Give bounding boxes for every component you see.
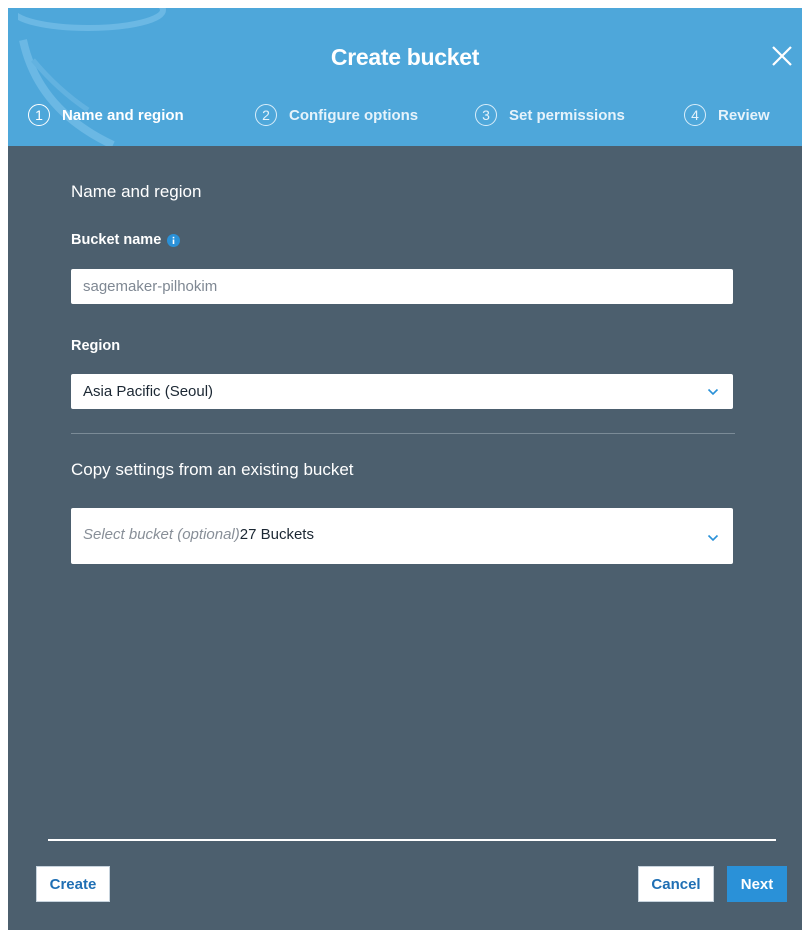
region-select[interactable]: Asia Pacific (Seoul) (71, 374, 733, 409)
step-number: 1 (28, 104, 50, 126)
step-label: Configure options (289, 106, 419, 124)
step-name-and-region[interactable]: 1 Name and region (28, 102, 184, 128)
close-icon[interactable] (770, 44, 794, 68)
copy-bucket-placeholder: Select bucket (optional) (83, 526, 240, 543)
step-set-permissions[interactable]: 3 Set permissions (475, 102, 625, 128)
bucket-name-input[interactable]: sagemaker-pilhokim (71, 269, 733, 304)
step-label: Set permissions (509, 106, 625, 124)
step-label: Review (718, 106, 770, 124)
step-number: 3 (475, 104, 497, 126)
create-bucket-dialog: Create bucket 1 Name and region 2 Config… (8, 8, 802, 930)
cancel-button[interactable]: Cancel (638, 866, 714, 902)
create-button[interactable]: Create (36, 866, 110, 902)
step-review[interactable]: 4 Review (684, 102, 770, 128)
footer-divider (48, 839, 776, 841)
region-label: Region (71, 338, 121, 354)
region-value: Asia Pacific (Seoul) (83, 383, 214, 400)
bucket-count: 27 Buckets (239, 526, 314, 543)
dialog-header: Create bucket 1 Name and region 2 Config… (8, 8, 802, 146)
bucket-name-value: sagemaker-pilhokim (83, 278, 218, 295)
chevron-down-icon (707, 534, 719, 542)
bucket-name-label-text: Bucket name (71, 232, 162, 248)
copy-bucket-select[interactable]: Select bucket (optional) 27 Buckets (71, 508, 733, 564)
info-icon[interactable] (167, 233, 181, 247)
step-number: 4 (684, 104, 706, 126)
step-configure-options[interactable]: 2 Configure options (255, 102, 418, 128)
step-number: 2 (255, 104, 277, 126)
copy-settings-title: Copy settings from an existing bucket (71, 460, 354, 479)
section-title: Name and region (71, 182, 202, 201)
section-divider (71, 433, 735, 434)
dialog-title: Create bucket (330, 44, 480, 70)
next-button[interactable]: Next (727, 866, 787, 902)
chevron-down-icon (707, 388, 719, 396)
bucket-name-label: Bucket name (71, 232, 181, 248)
step-label: Name and region (62, 106, 184, 124)
